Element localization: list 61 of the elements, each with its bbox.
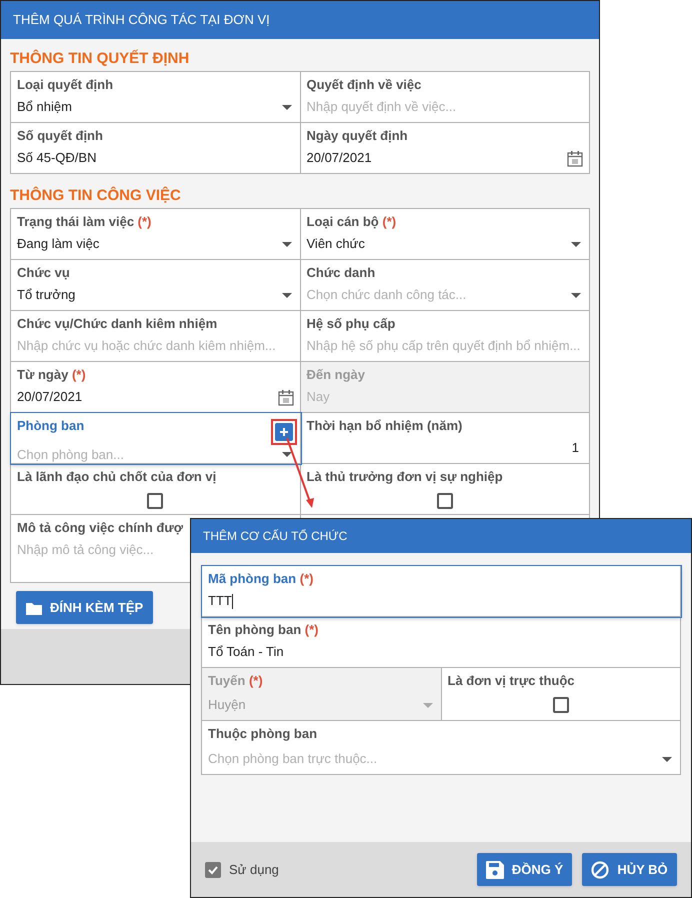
field-label: Thời hạn bổ nhiệm (năm) <box>306 417 462 435</box>
checkbox[interactable] <box>552 697 569 713</box>
section-title: THÔNG TIN CÔNG VIỆC <box>10 186 182 206</box>
caret-icon <box>282 292 292 298</box>
add-button[interactable] <box>274 423 292 441</box>
caret-icon <box>282 104 292 110</box>
checkbox[interactable] <box>205 862 221 878</box>
field-label: Loại cán bộ (*) <box>306 213 396 231</box>
caret-icon <box>422 702 432 708</box>
field-label: Là lãnh đạo chủ chốt của đơn vị <box>17 468 216 486</box>
select-field[interactable]: Đang làm việc <box>17 234 294 254</box>
field-label: Trạng thái làm việc (*) <box>17 213 152 231</box>
window-title: THÊM QUÁ TRÌNH CÔNG TÁC TẠI ĐƠN VỊ <box>13 11 270 30</box>
date-field[interactable]: 20/07/2021 <box>306 148 583 168</box>
floppy-icon <box>486 860 504 878</box>
field-label: Tên phòng ban (*) <box>208 621 318 639</box>
field-label: Chức vụ <box>17 264 70 282</box>
date-field[interactable]: 20/07/2021 <box>17 387 294 407</box>
field-label: Tuyến (*) <box>208 672 263 690</box>
field-label: Là thủ trưởng đơn vị sự nghiệp <box>306 468 503 486</box>
caret-icon <box>282 242 292 246</box>
field-label: Thuộc phòng ban <box>208 725 318 743</box>
field-label: Loại quyết định <box>17 76 114 94</box>
field-label: Từ ngày (*) <box>17 366 86 384</box>
field-label: Mã phòng ban (*) <box>208 570 314 588</box>
field-label: Là đơn vị trực thuộc <box>448 672 574 690</box>
plus-icon <box>278 427 288 437</box>
caret-icon <box>282 452 292 458</box>
select-field[interactable]: Viên chức <box>306 234 583 254</box>
field-label: Chức danh <box>306 264 376 282</box>
checkbox[interactable] <box>147 493 164 509</box>
caret-icon <box>571 242 581 246</box>
field-label: Đến ngày <box>306 366 366 384</box>
cancel-button[interactable]: HỦY BỎ <box>582 853 677 886</box>
field-label: Phòng ban <box>17 417 84 435</box>
calendar-icon <box>567 150 583 166</box>
number-field[interactable]: 1 <box>306 438 583 458</box>
field-label: Hệ số phụ cấp <box>306 315 396 333</box>
attach-button[interactable]: ĐÍNH KÈM TỆP <box>16 591 154 624</box>
field-label: Quyết định về việc <box>306 76 422 94</box>
select-field[interactable]: Bổ nhiệm <box>17 97 294 117</box>
calendar-icon <box>278 388 294 406</box>
checkbox[interactable] <box>436 493 453 509</box>
caret-icon <box>571 292 581 298</box>
dialog-title: THÊM CƠ CẤU TỔ CHỨC <box>203 528 348 545</box>
check-icon <box>207 864 219 876</box>
cancel-icon <box>591 860 610 878</box>
folder-icon <box>26 600 42 614</box>
caret-icon <box>662 756 672 762</box>
input-field[interactable]: Tổ Toán - Tin <box>208 642 674 662</box>
field-label: Ngày quyết định <box>306 127 408 145</box>
select-field[interactable]: Tổ trưởng <box>17 285 294 305</box>
input-field[interactable]: TTT <box>208 591 674 611</box>
checkbox-label: Sử dụng <box>229 860 279 879</box>
section-title: THÔNG TIN QUYẾT ĐỊNH <box>10 49 190 69</box>
input-field[interactable]: Số 45-QĐ/BN <box>17 148 294 168</box>
field-label: Mô tả công việc chính đượ <box>17 519 184 537</box>
field-label: Số quyết định <box>17 127 103 145</box>
text-cursor <box>232 594 233 610</box>
field-label: Chức vụ/Chức danh kiêm nhiệm <box>17 315 218 333</box>
ok-button[interactable]: ĐỒNG Ý <box>477 853 572 886</box>
